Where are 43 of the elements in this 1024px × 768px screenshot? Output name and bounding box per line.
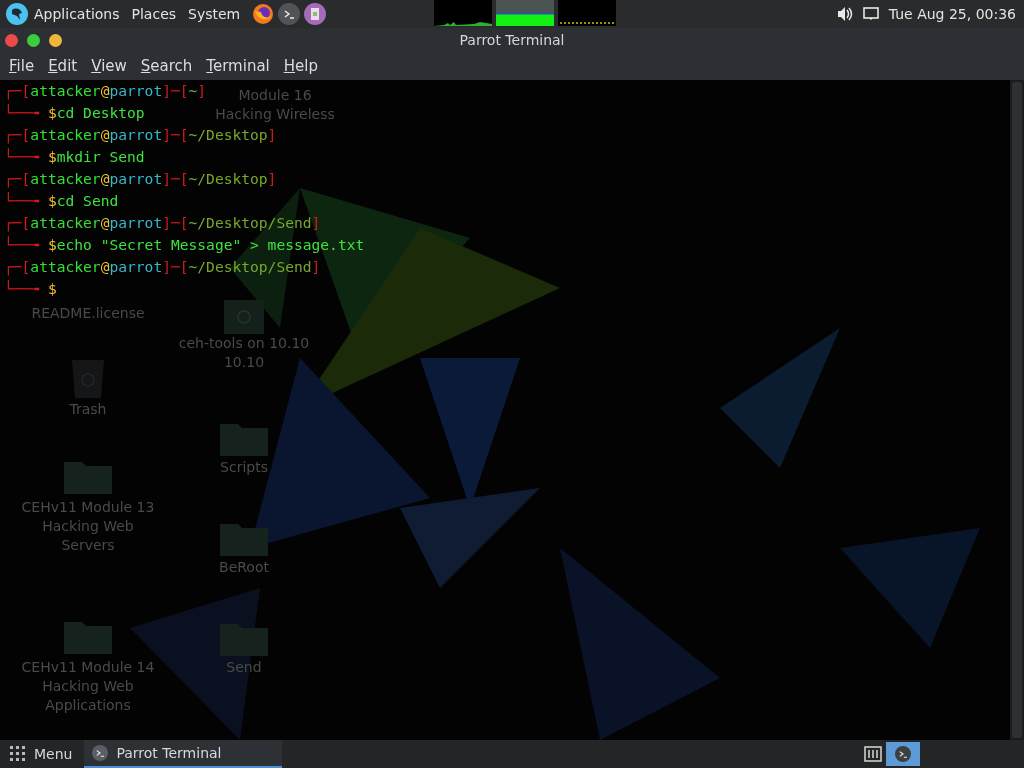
volume-icon[interactable]	[836, 6, 853, 22]
terminal-line: ┌─[attacker@parrot]─[~/Desktop/Send]	[4, 213, 321, 234]
close-button[interactable]	[5, 33, 18, 47]
menu-item[interactable]: View	[86, 57, 132, 75]
terminal-line: ┌─[attacker@parrot]─[~/Desktop/Send]	[4, 257, 321, 278]
terminal-line: └──╼ $echo "Secret Message" > message.txt	[4, 235, 365, 255]
tray-icon[interactable]	[864, 746, 882, 762]
bird-logo-icon[interactable]	[6, 3, 28, 25]
clock[interactable]: Tue Aug 25, 00:36	[888, 6, 1016, 22]
menu-item[interactable]: Help	[278, 57, 323, 75]
menu-item[interactable]: Search	[135, 57, 198, 75]
terminal-line: ┌─[attacker@parrot]─[~/Desktop]	[4, 125, 277, 146]
document-icon[interactable]	[304, 3, 327, 25]
panel-menu[interactable]: System	[182, 6, 247, 22]
taskbar-window-button[interactable]: Parrot Terminal	[84, 740, 283, 768]
terminal-icon	[895, 746, 911, 762]
maximize-button[interactable]	[27, 33, 40, 47]
monitor-graph	[434, 0, 493, 26]
menu-button[interactable]: Menu	[0, 740, 83, 768]
monitor-graph	[558, 0, 617, 26]
terminal-line: └──╼ $cd Desktop	[4, 103, 145, 123]
panel-menu[interactable]: Places	[125, 6, 183, 22]
menu-item[interactable]: Terminal	[201, 57, 275, 75]
panel-menu[interactable]: Applications	[28, 6, 126, 22]
terminal-line: ┌─[attacker@parrot]─[~/Desktop]	[4, 169, 277, 190]
terminal-line: └──╼ $	[4, 279, 57, 299]
workspace-button[interactable]	[886, 742, 920, 766]
terminal-icon[interactable]	[278, 3, 301, 25]
terminal-icon	[92, 745, 109, 761]
trash-icon	[70, 358, 106, 398]
display-icon[interactable]	[862, 7, 879, 21]
scrollbar[interactable]	[1010, 80, 1024, 740]
terminal-line: ┌─[attacker@parrot]─[~]	[4, 81, 207, 102]
monitor-graph	[496, 0, 555, 26]
apps-grid-icon	[10, 746, 26, 762]
terminal-line: └──╼ $cd Send	[4, 191, 119, 211]
menu-item[interactable]: File	[4, 57, 40, 75]
window-title: Parrot Terminal	[459, 32, 565, 48]
browser-icon[interactable]	[252, 3, 275, 25]
minimize-button[interactable]	[49, 33, 62, 47]
menu-item[interactable]: Edit	[43, 57, 83, 75]
terminal-line: └──╼ $mkdir Send	[4, 147, 145, 167]
network-folder-icon	[224, 300, 264, 334]
